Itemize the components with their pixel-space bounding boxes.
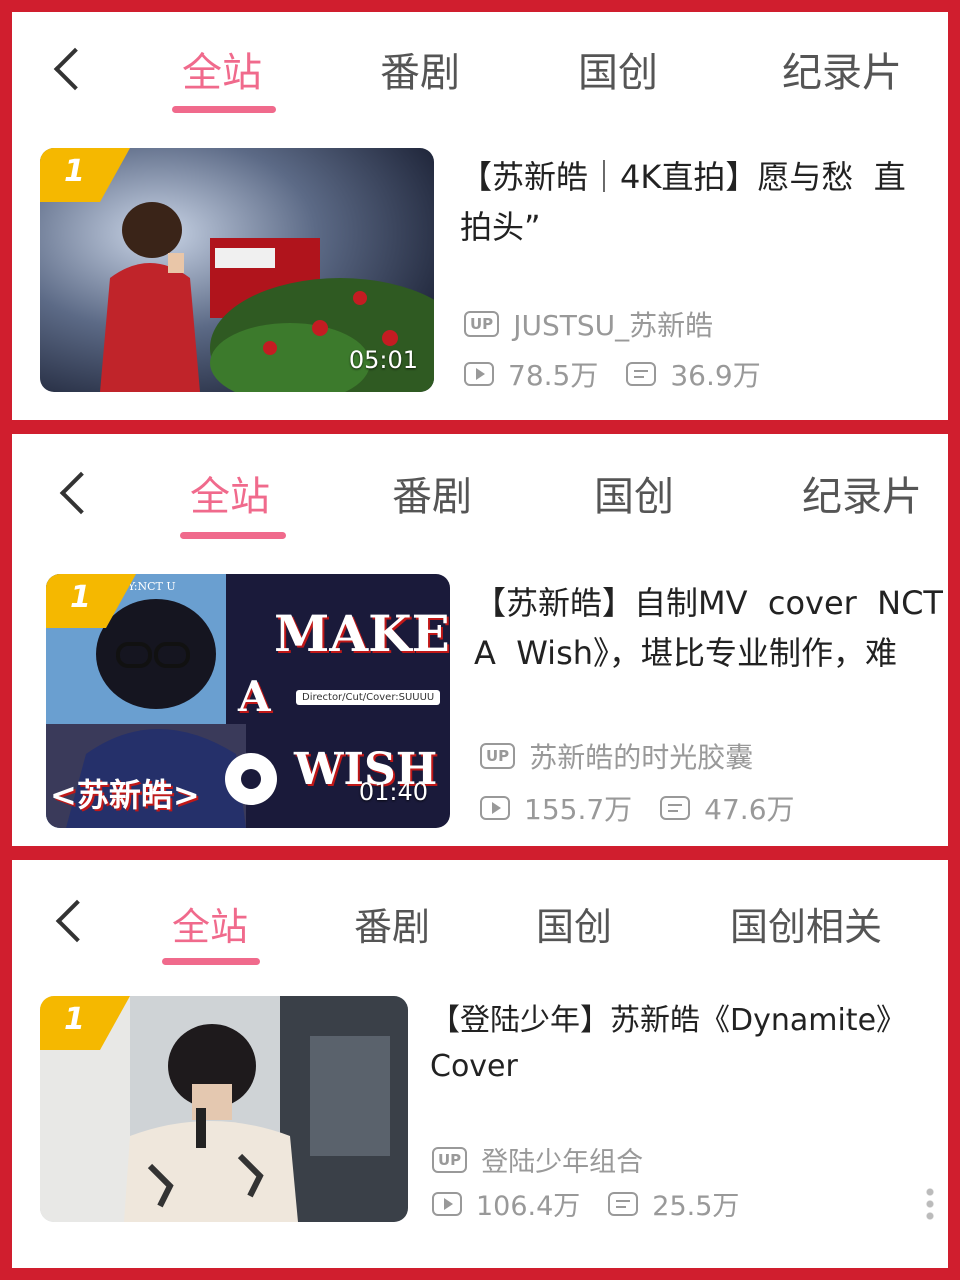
active-tab-underline (180, 532, 286, 539)
thumb-title-a: A (238, 672, 271, 721)
tab-documentary[interactable]: 纪录片 (802, 464, 922, 522)
tab-all-site[interactable]: 全站 (182, 40, 262, 98)
danmaku-count: 36.9万 (670, 359, 761, 392)
more-vertical-icon[interactable] (926, 1186, 934, 1222)
ranking-panel-2: 全站 番剧 国创 纪录片 MAKE A WISH Director/Cut/Co… (12, 434, 948, 846)
uploader-name: 苏新皓的时光胶囊 (529, 741, 754, 774)
tab-all-site[interactable]: 全站 (172, 896, 248, 951)
video-thumbnail[interactable]: 1 (40, 996, 408, 1222)
view-count: 106.4万 (476, 1191, 581, 1222)
tab-bangumi[interactable]: 番剧 (354, 896, 430, 951)
tab-all-site[interactable]: 全站 (190, 464, 270, 522)
video-thumbnail[interactable]: 1 05:01 (40, 148, 434, 392)
video-title[interactable]: 【苏新皓】自制MV cover NCT A Wish》，堪比专业制作，难 (474, 578, 948, 678)
rank-badge (46, 574, 136, 628)
tab-guochuang[interactable]: 国创 (578, 40, 658, 98)
tab-bar: 全站 番剧 国创 纪录片 (12, 12, 948, 122)
up-icon: UP (464, 311, 500, 337)
uploader-name: 登陆少年组合 (481, 1147, 644, 1178)
back-chevron-icon[interactable] (59, 471, 103, 515)
view-count: 155.7万 (524, 793, 633, 826)
tab-guochuang[interactable]: 国创 (594, 464, 674, 522)
ranking-panel-3: 全站 番剧 国创 国创相关 1 【登陆少年】苏新皓《Dynamite》Cover… (12, 860, 948, 1268)
video-title[interactable]: 【登陆少年】苏新皓《Dynamite》Cover (430, 998, 900, 1090)
tab-bar: 全站 番剧 国创 国创相关 (12, 860, 948, 970)
play-count-icon (480, 796, 510, 820)
tab-bangumi[interactable]: 番剧 (392, 464, 472, 522)
danmaku-count: 25.5万 (652, 1191, 740, 1222)
uploader-row[interactable]: UP JUSTSU_苏新皓 (464, 304, 713, 344)
active-tab-underline (172, 106, 276, 113)
thumb-name: <苏新皓> (50, 776, 200, 814)
video-duration: 05:01 (348, 346, 418, 374)
tab-bangumi[interactable]: 番剧 (380, 40, 460, 98)
stats-row: 78.5万 36.9万 (464, 354, 789, 394)
danmaku-count: 47.6万 (704, 793, 795, 826)
danmaku-icon (626, 362, 657, 386)
rank-number: 1 (70, 580, 91, 615)
thumb-credit: Director/Cut/Cover:SUUUU (296, 690, 441, 705)
rank-number: 1 (64, 154, 85, 189)
rank-number: 1 (64, 1002, 85, 1037)
ranking-panel-1: 全站 番剧 国创 纪录片 1 05:01 【苏新皓｜4K直拍】愿与愁 直拍头” … (12, 12, 948, 420)
play-count-icon (432, 1191, 462, 1216)
danmaku-icon (660, 796, 691, 820)
stats-row: 106.4万 25.5万 (432, 1184, 767, 1223)
up-icon: UP (432, 1146, 468, 1173)
tab-bar: 全站 番剧 国创 纪录片 (12, 434, 948, 544)
uploader-name: JUSTSU_苏新皓 (513, 309, 714, 342)
video-title[interactable]: 【苏新皓｜4K直拍】愿与愁 直拍头” (460, 152, 936, 252)
play-count-icon (464, 362, 494, 386)
stats-row: 155.7万 47.6万 (480, 788, 823, 828)
up-icon: UP (480, 743, 516, 769)
video-thumbnail[interactable]: MAKE A WISH Director/Cut/Cover:SUUUU BY:… (46, 574, 450, 828)
tab-guochuang-related[interactable]: 国创相关 (730, 896, 882, 951)
back-chevron-icon[interactable] (53, 47, 97, 91)
rank-badge (40, 148, 130, 202)
tab-documentary[interactable]: 纪录片 (782, 40, 902, 98)
back-chevron-icon[interactable] (55, 899, 99, 943)
view-count: 78.5万 (508, 359, 599, 392)
video-duration: 01:40 (358, 778, 428, 806)
uploader-row[interactable]: UP 登陆少年组合 (432, 1140, 643, 1179)
uploader-row[interactable]: UP 苏新皓的时光胶囊 (480, 736, 753, 776)
active-tab-underline (162, 958, 260, 965)
thumb-title-make: MAKE (274, 604, 450, 663)
danmaku-icon (608, 1191, 639, 1216)
tab-guochuang[interactable]: 国创 (536, 896, 612, 951)
rank-badge (40, 996, 130, 1050)
